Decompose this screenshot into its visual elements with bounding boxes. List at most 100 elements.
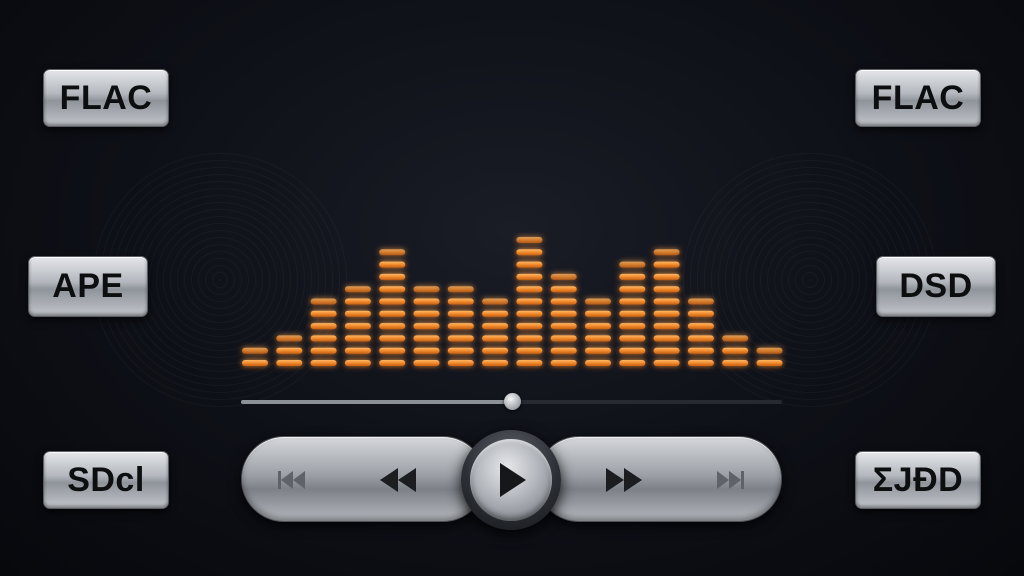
play-icon (500, 463, 526, 497)
eq-segment (344, 360, 371, 366)
eq-segment (413, 323, 440, 330)
eq-segment (550, 298, 577, 305)
eq-segment (550, 335, 577, 342)
eq-segment (482, 298, 509, 305)
eq-segment (413, 360, 440, 366)
eq-segment (447, 298, 474, 305)
eq-segment (550, 360, 577, 366)
eq-segment (344, 335, 371, 342)
eq-bar (242, 347, 268, 366)
eq-segment (413, 298, 440, 305)
eq-segment (619, 347, 646, 354)
eq-segment (550, 323, 577, 330)
eq-segment (585, 347, 611, 354)
eq-segment (687, 360, 714, 366)
eq-segment (516, 286, 543, 293)
eq-bar (447, 286, 474, 366)
eq-segment (482, 323, 509, 330)
eq-segment (242, 347, 268, 354)
eq-segment (447, 360, 474, 366)
eq-segment (482, 360, 509, 366)
eq-segment (413, 286, 440, 293)
eq-segment (310, 310, 337, 317)
eq-segment (482, 310, 509, 317)
rewind-icon (380, 468, 416, 492)
eq-segment (653, 360, 680, 366)
eq-segment (722, 360, 749, 366)
progress-knob[interactable] (503, 393, 521, 410)
eq-bar (756, 347, 783, 366)
eq-bar (619, 261, 646, 366)
eq-segment (687, 298, 714, 305)
skip-next-button[interactable] (708, 458, 752, 502)
eq-segment (722, 335, 749, 342)
eq-segment (653, 273, 680, 280)
eq-segment (619, 286, 646, 293)
fast-forward-icon (606, 468, 642, 492)
eq-segment (379, 249, 406, 256)
play-button-face (470, 439, 552, 521)
eq-segment (379, 360, 406, 366)
fast-forward-button[interactable] (602, 458, 646, 502)
eq-segment (619, 273, 646, 280)
format-badge-dsd[interactable]: DSD (876, 256, 996, 317)
eq-bar (653, 249, 680, 366)
eq-segment (756, 360, 783, 366)
rewind-button[interactable] (376, 458, 420, 502)
eq-segment (413, 310, 440, 317)
progress-fill (241, 400, 512, 404)
eq-segment (344, 323, 371, 330)
eq-segment (413, 335, 440, 342)
eq-segment (619, 335, 646, 342)
eq-segment (310, 347, 337, 354)
eq-segment (550, 347, 577, 354)
eq-segment (585, 310, 611, 317)
eq-bar (310, 298, 337, 366)
skip-previous-icon (278, 471, 305, 489)
eq-bar (276, 335, 303, 366)
eq-segment (344, 347, 371, 354)
eq-segment (516, 347, 543, 354)
eq-bar (344, 286, 371, 366)
eq-segment (687, 347, 714, 354)
eq-segment (585, 298, 611, 305)
eq-segment (379, 273, 406, 280)
eq-segment (687, 310, 714, 317)
eq-segment (344, 298, 371, 305)
eq-segment (310, 360, 337, 366)
eq-segment (516, 237, 543, 243)
format-badge-flac-top-right[interactable]: FLAC (855, 69, 981, 127)
eq-segment (653, 323, 680, 330)
eq-segment (310, 298, 337, 305)
eq-segment (516, 360, 543, 366)
eq-segment (310, 335, 337, 342)
eq-segment (413, 347, 440, 354)
eq-segment (379, 298, 406, 305)
format-badge-sdcl[interactable]: SDcl (43, 451, 169, 509)
eq-segment (310, 323, 337, 330)
format-badge-ejdd[interactable]: ƩJÐD (855, 451, 981, 509)
eq-segment (482, 335, 509, 342)
eq-segment (585, 360, 611, 366)
progress-track[interactable] (241, 393, 782, 410)
eq-segment (379, 310, 406, 317)
skip-previous-button[interactable] (270, 458, 314, 502)
eq-bar (687, 298, 714, 366)
eq-segment (653, 335, 680, 342)
eq-segment (550, 273, 577, 280)
eq-segment (550, 286, 577, 293)
eq-segment (276, 360, 303, 366)
format-badge-flac-top-left[interactable]: FLAC (43, 69, 169, 127)
eq-segment (447, 310, 474, 317)
eq-segment (447, 335, 474, 342)
format-badge-ape[interactable]: APE (28, 256, 148, 317)
eq-segment (276, 347, 303, 354)
eq-segment (756, 347, 783, 354)
eq-segment (516, 249, 543, 256)
play-button[interactable] (461, 430, 561, 530)
eq-segment (447, 323, 474, 330)
eq-segment (379, 323, 406, 330)
eq-segment (482, 347, 509, 354)
eq-segment (619, 261, 646, 268)
eq-segment (516, 273, 543, 280)
